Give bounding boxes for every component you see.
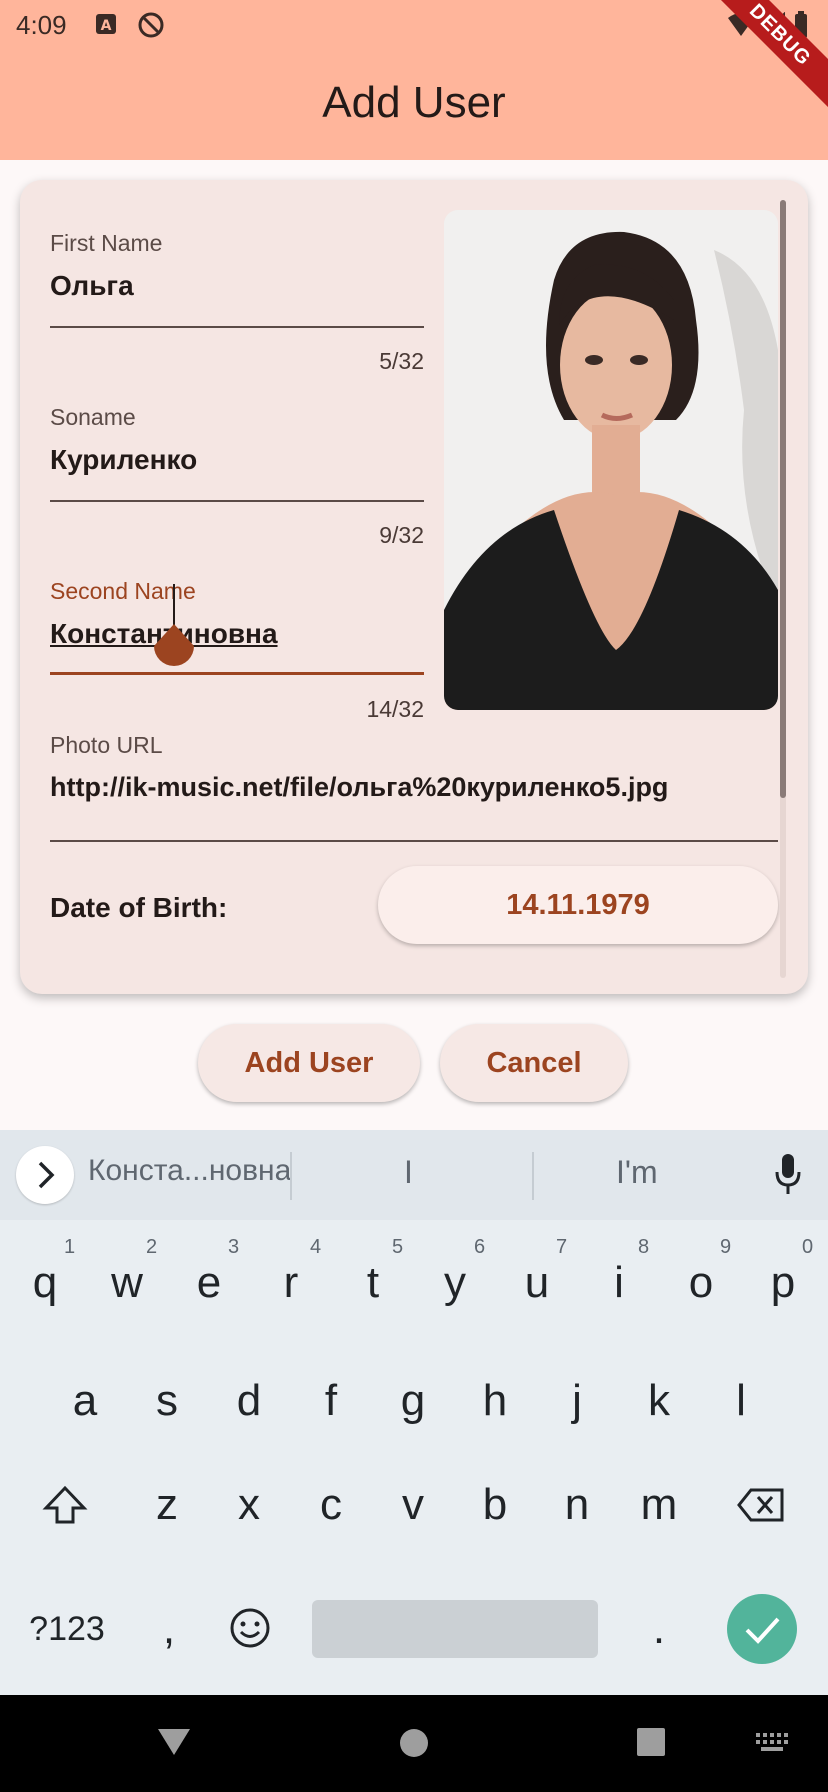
key-hint-1: 1 [64,1236,76,1258]
system-nav-bar [0,1695,828,1792]
suggestion-divider [290,1152,292,1200]
key-n[interactable]: n [542,1460,612,1550]
key-v[interactable]: v [378,1460,448,1550]
date-of-birth-button[interactable]: 14.11.1979 [378,866,778,944]
key-m[interactable]: m [624,1460,694,1550]
soname-counter: 9/32 [379,522,424,548]
photo-url-label: Photo URL [50,732,163,758]
key-hint-0: 0 [802,1236,814,1258]
key-c[interactable]: c [296,1460,366,1550]
photo-url-underline [50,840,778,842]
key-hint-8: 8 [638,1236,650,1258]
expand-suggestions-button[interactable] [16,1146,74,1204]
space-key[interactable] [312,1600,598,1658]
key-hint-7: 7 [556,1236,568,1258]
svg-text:A: A [101,18,112,34]
text-cursor-handle[interactable] [150,584,198,668]
soname-label: Soname [50,404,136,430]
scrollbar[interactable] [780,200,786,978]
comma-key[interactable]: , [134,1584,204,1674]
key-b[interactable]: b [460,1460,530,1550]
page-title: Add User [322,78,506,127]
key-hint-2: 2 [146,1236,158,1258]
key-a[interactable]: a [50,1356,120,1446]
first-name-field[interactable]: First Name Ольга 5/32 [50,230,444,374]
key-k[interactable]: k [624,1356,694,1446]
back-triangle-icon[interactable] [156,1725,192,1759]
soname-field[interactable]: Soname Куриленко 9/32 [50,404,444,548]
enter-key[interactable] [727,1594,797,1664]
key-d[interactable]: d [214,1356,284,1446]
key-l[interactable]: l [706,1356,776,1446]
suggestion-bar: Конста...новна I I'm [0,1130,828,1220]
soname-value: Куриленко [50,444,198,475]
first-name-value: Ольга [50,270,134,301]
second-name-underline [50,672,424,675]
add-user-button[interactable]: Add User [198,1024,420,1102]
sync-blocked-icon [138,12,164,38]
shift-icon[interactable] [40,1480,90,1530]
backspace-icon[interactable] [736,1482,786,1528]
microphone-icon[interactable] [772,1152,804,1198]
second-name-field[interactable]: Second Name Константиновна 14/32 [50,578,444,722]
key-hint-9: 9 [720,1236,732,1258]
suggestion-3[interactable]: I'm [616,1154,658,1191]
key-z[interactable]: z [132,1460,202,1550]
keyboard-switch-icon[interactable] [756,1733,788,1753]
first-name-label: First Name [50,230,163,256]
check-icon [745,1617,780,1644]
suggestion-divider [532,1152,534,1200]
symbols-key[interactable]: ?123 [24,1584,110,1674]
date-of-birth-label: Date of Birth: [50,892,228,923]
home-circle-icon[interactable] [398,1727,430,1759]
status-time: 4:09 [16,10,67,40]
scrollbar-thumb[interactable] [780,200,786,798]
notification-a-icon: A [96,14,116,34]
key-g[interactable]: g [378,1356,448,1446]
key-s[interactable]: s [132,1356,202,1446]
chevron-right-icon [38,1161,55,1189]
app-bar: Add User [0,50,828,160]
key-hint-3: 3 [228,1236,240,1258]
soft-keyboard: Конста...новна I I'm q1w2e3r4t5y6u7i8o9p… [0,1130,828,1695]
second-name-label: Second Name [50,578,196,604]
photo-url-field[interactable]: Photo URL http://ik-music.net/file/ольга… [50,732,790,872]
cancel-button[interactable]: Cancel [440,1024,628,1102]
suggestion-2[interactable]: I [404,1154,413,1191]
user-form-card: First Name Ольга 5/32 Soname Куриленко 9… [20,180,808,994]
first-name-counter: 5/32 [379,348,424,374]
status-bar: 4:09 A [0,0,828,50]
soname-underline [50,500,424,502]
key-hint-6: 6 [474,1236,486,1258]
photo-url-value: http://ik-music.net/file/ольга%20курилен… [50,772,669,802]
user-photo [444,210,778,710]
key-hint-5: 5 [392,1236,404,1258]
second-name-counter: 14/32 [366,696,424,722]
key-h[interactable]: h [460,1356,530,1446]
suggestion-1[interactable]: Конста...новна [88,1154,291,1188]
first-name-underline [50,326,424,328]
key-j[interactable]: j [542,1356,612,1446]
key-x[interactable]: x [214,1460,284,1550]
emoji-icon[interactable] [228,1606,272,1650]
key-hint-4: 4 [310,1236,322,1258]
key-f[interactable]: f [296,1356,366,1446]
recents-square-icon[interactable] [636,1727,666,1757]
second-name-value: Константиновна [50,618,278,649]
period-key[interactable]: . [624,1584,694,1674]
